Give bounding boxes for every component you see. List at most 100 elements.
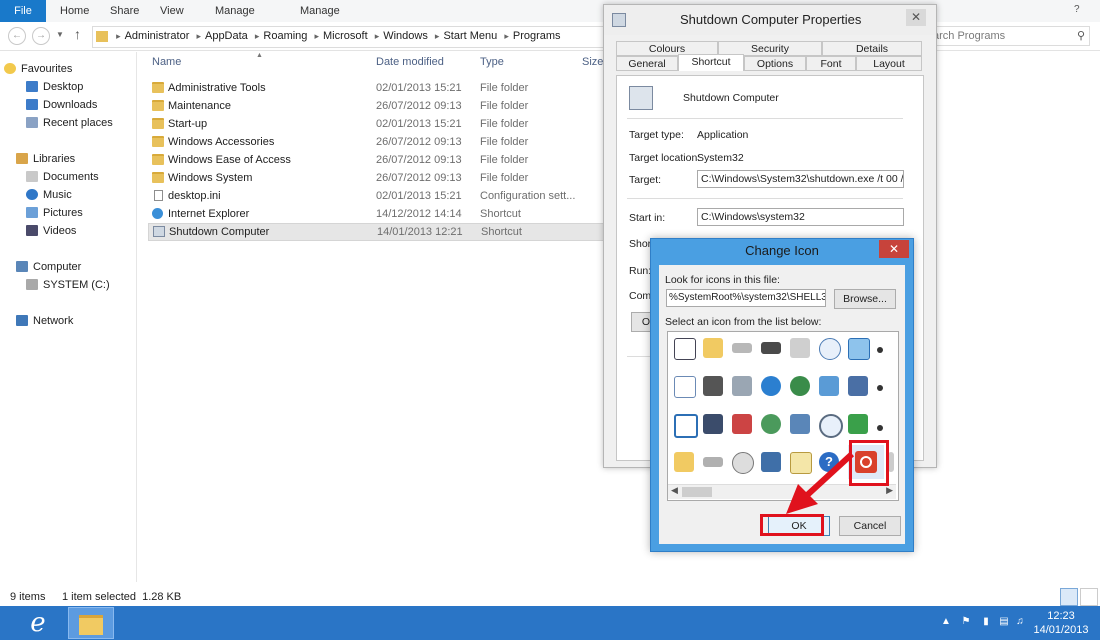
network-x-icon[interactable]: [729, 411, 755, 437]
nav-pictures[interactable]: Pictures: [26, 204, 83, 222]
scroll-right-icon[interactable]: ▶: [886, 485, 893, 496]
file-row-selected[interactable]: Shutdown Computer 14/01/2013 12:21 Shortcu…: [148, 223, 610, 241]
drive-icon[interactable]: [729, 335, 755, 361]
file-row[interactable]: Administrative Tools 02/01/2013 15:21 File…: [148, 79, 608, 97]
file-row[interactable]: desktop.ini 02/01/2013 15:21 Configuration…: [148, 187, 608, 205]
nav-documents[interactable]: Documents: [26, 168, 99, 186]
nav-system-drive[interactable]: SYSTEM (C:): [26, 276, 110, 294]
download-icon[interactable]: [845, 411, 871, 437]
file-row[interactable]: Windows Ease of Access 26/07/2012 09:13 Fi…: [148, 151, 608, 169]
search-icon[interactable]: [816, 411, 843, 438]
monitor-grid-icon[interactable]: [816, 373, 842, 399]
chip-icon[interactable]: [758, 335, 784, 361]
globe-cursor-icon[interactable]: [758, 411, 784, 437]
file-row[interactable]: Maintenance 26/07/2012 09:13 File folder: [148, 97, 608, 115]
volume-icon[interactable]: ♫: [1014, 616, 1026, 628]
tab-layout[interactable]: Layout: [856, 56, 922, 71]
scroll-icon[interactable]: [888, 449, 896, 475]
network-icon[interactable]: ▤: [998, 616, 1010, 628]
battery-icon[interactable]: ▮: [980, 616, 992, 628]
help-icon[interactable]: ?: [1074, 4, 1080, 15]
tab-general[interactable]: General: [616, 56, 678, 71]
cube-icon[interactable]: [845, 373, 871, 399]
globe-network-icon[interactable]: [787, 373, 813, 399]
large-icons-view-icon[interactable]: [1080, 588, 1098, 606]
flag-icon[interactable]: ⚑: [960, 616, 972, 628]
start-in-field[interactable]: C:\Windows\system32: [697, 208, 904, 226]
tab-home[interactable]: Home: [60, 4, 89, 18]
crumb-programs[interactable]: Programs: [513, 27, 561, 46]
network-drive-icon[interactable]: [700, 373, 726, 399]
tab-font[interactable]: Font: [806, 56, 856, 71]
tab-manage-2[interactable]: Manage: [300, 4, 340, 18]
nav-desktop[interactable]: Desktop: [26, 78, 83, 96]
clock[interactable]: 12:23 14/01/2013: [1030, 609, 1092, 637]
close-button[interactable]: ✕: [879, 240, 909, 258]
browse-button[interactable]: Browse...: [834, 289, 896, 309]
internet-explorer-icon[interactable]: e: [18, 610, 58, 638]
file-row[interactable]: Start-up 02/01/2013 15:21 File folder: [148, 115, 608, 133]
nav-libraries[interactable]: Libraries: [16, 150, 75, 168]
document-icon[interactable]: [671, 335, 697, 361]
icon-file-path-field[interactable]: %SystemRoot%\system32\SHELL32.dll: [666, 289, 826, 307]
page-icon[interactable]: [671, 373, 697, 399]
details-view-icon[interactable]: [1060, 588, 1078, 606]
printer-icon[interactable]: [787, 335, 813, 361]
cd-icon[interactable]: [729, 449, 755, 475]
crumb-start-menu[interactable]: Start Menu: [443, 27, 497, 46]
file-row[interactable]: Internet Explorer 14/12/2012 14:14 Shortcu…: [148, 205, 608, 223]
nav-computer[interactable]: Computer: [16, 258, 81, 276]
tab-view[interactable]: View: [160, 4, 184, 18]
recent-locations-icon[interactable]: ▼: [56, 30, 64, 39]
window-icon[interactable]: [845, 335, 871, 361]
tab-shortcut[interactable]: Shortcut: [678, 54, 744, 71]
tab-details[interactable]: Details: [822, 41, 922, 56]
globe-icon[interactable]: [758, 373, 784, 399]
file-tab[interactable]: File: [0, 0, 46, 22]
crumb-windows[interactable]: Windows: [383, 27, 428, 46]
nav-favourites[interactable]: Favourites: [4, 60, 72, 78]
crumb-roaming[interactable]: Roaming: [263, 27, 307, 46]
arrow-icon[interactable]: [874, 335, 894, 361]
breadcrumb[interactable]: ▸ Administrator ▸ AppData ▸ Roaming ▸ Micros…: [92, 26, 608, 48]
server-icon[interactable]: [729, 373, 755, 399]
up-button[interactable]: ↑: [74, 26, 81, 42]
scrollbar-thumb[interactable]: [682, 487, 712, 497]
properties-title-bar[interactable]: Shutdown Computer Properties ✕: [604, 5, 936, 35]
file-row[interactable]: Windows Accessories 26/07/2012 09:13 File …: [148, 133, 608, 151]
crumb-administrator[interactable]: Administrator: [125, 27, 190, 46]
arrow-icon[interactable]: [874, 373, 894, 399]
scroll-left-icon[interactable]: ◀: [671, 485, 678, 496]
folder-icon[interactable]: [671, 449, 697, 475]
column-header-name[interactable]: Name: [152, 56, 181, 68]
column-header-size[interactable]: Size: [582, 56, 603, 68]
crumb-appdata[interactable]: AppData: [205, 27, 248, 46]
back-button[interactable]: ←: [8, 27, 26, 45]
search-input[interactable]: arch Programs ⚲: [930, 26, 1090, 46]
column-header-date[interactable]: Date modified: [376, 56, 444, 68]
tab-share[interactable]: Share: [110, 4, 139, 18]
folder-icon[interactable]: [700, 335, 726, 361]
file-row[interactable]: Windows System 26/07/2012 09:13 File folde…: [148, 169, 608, 187]
tab-options[interactable]: Options: [744, 56, 806, 71]
crumb-microsoft[interactable]: Microsoft: [323, 27, 368, 46]
window-blank-icon[interactable]: [671, 411, 698, 438]
column-header-type[interactable]: Type: [480, 56, 504, 68]
nav-network[interactable]: Network: [16, 312, 73, 330]
network-icon[interactable]: [787, 411, 813, 437]
chevron-up-icon[interactable]: ▲: [940, 616, 952, 628]
floppy-icon[interactable]: [700, 411, 726, 437]
nav-music[interactable]: Music: [26, 186, 72, 204]
clock-icon[interactable]: [816, 335, 842, 361]
target-field[interactable]: C:\Windows\System32\shutdown.exe /t 00 /…: [697, 170, 904, 188]
nav-videos[interactable]: Videos: [26, 222, 76, 240]
nav-recent[interactable]: Recent places: [26, 114, 113, 132]
tab-manage[interactable]: Manage: [215, 4, 255, 18]
nav-downloads[interactable]: Downloads: [26, 96, 97, 114]
change-icon-title[interactable]: Change Icon: [651, 243, 913, 258]
close-button[interactable]: ✕: [906, 9, 926, 26]
gear-icon[interactable]: [874, 411, 894, 437]
hdd-icon[interactable]: [700, 449, 726, 475]
forward-button[interactable]: →: [32, 27, 50, 45]
file-explorer-taskbar-button[interactable]: [68, 607, 114, 639]
